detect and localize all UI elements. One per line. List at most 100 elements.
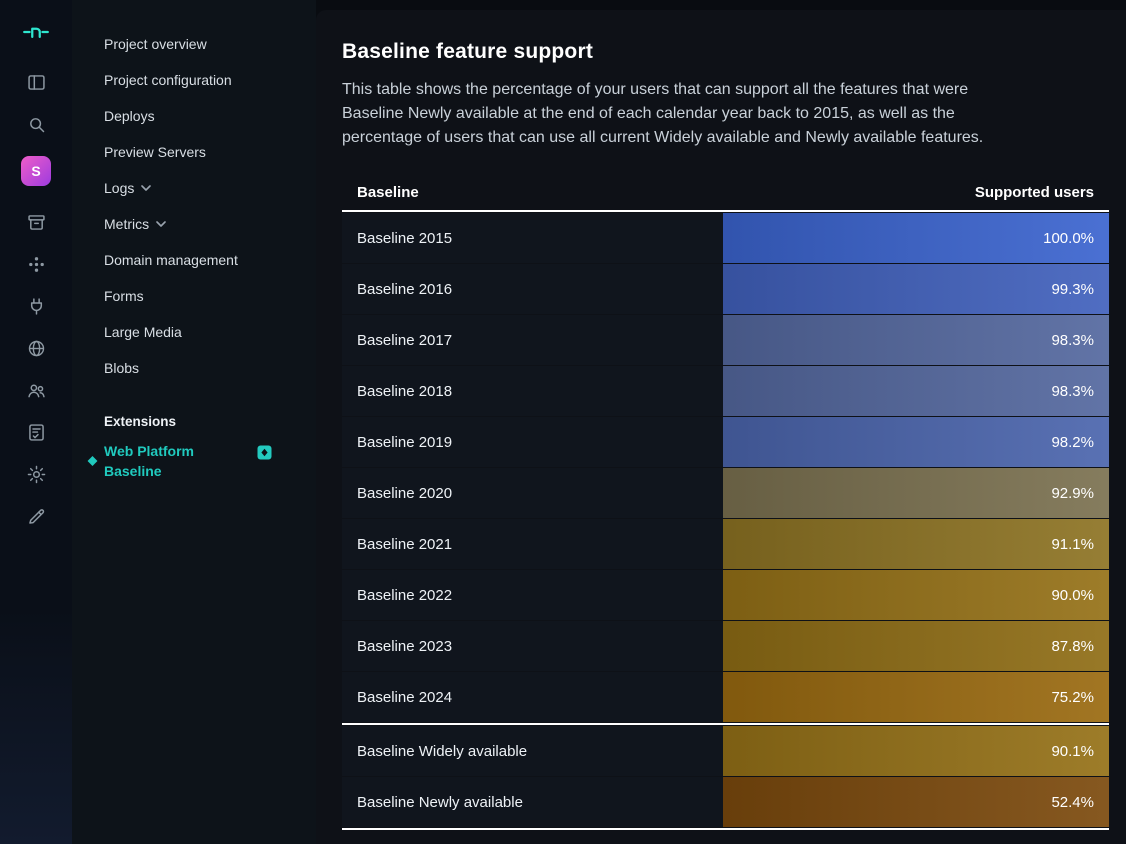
compose-icon[interactable]	[18, 498, 54, 534]
sidebar-item-label: Logs	[104, 180, 134, 196]
row-label: Baseline Widely available	[342, 726, 723, 776]
avatar[interactable]: S	[21, 156, 51, 186]
icon-rail: S	[0, 0, 72, 844]
panels-icon[interactable]	[18, 64, 54, 100]
sidebar-item-project-overview[interactable]: Project overview	[72, 26, 316, 62]
deploys-icon[interactable]	[18, 204, 54, 240]
table-row: Baseline 2020 92.9%	[342, 468, 1109, 518]
table-row: Baseline 2022 90.0%	[342, 570, 1109, 620]
sidebar-item-preview-servers[interactable]: Preview Servers	[72, 134, 316, 170]
sidebar: Project overview Project configuration Dep…	[72, 0, 316, 844]
table-header: Baseline Supported users	[342, 174, 1109, 212]
table-row: Baseline 2024 75.2%	[342, 672, 1109, 722]
supported-users-bar: 100.0%	[723, 213, 1109, 263]
table-row: Baseline Widely available 90.1%	[342, 726, 1109, 776]
extension-label: Web Platform Baseline	[104, 441, 226, 481]
summary-divider	[342, 723, 1109, 725]
search-icon[interactable]	[18, 106, 54, 142]
supported-users-bar: 90.1%	[723, 726, 1109, 776]
supported-users-value: 52.4%	[1051, 794, 1094, 811]
app-root: S	[0, 0, 1126, 844]
page-description: This table shows the percentage of your …	[342, 78, 1018, 150]
row-label: Baseline 2022	[342, 570, 723, 620]
settings-icon[interactable]	[18, 456, 54, 492]
chevron-down-icon	[156, 221, 166, 227]
sidebar-item-blobs[interactable]: Blobs	[72, 350, 316, 386]
sidebar-item-label: Metrics	[104, 216, 149, 232]
table-bottom-border	[342, 828, 1109, 830]
supported-users-value: 98.2%	[1051, 434, 1094, 451]
row-label: Baseline Newly available	[342, 777, 723, 827]
sidebar-item-project-configuration[interactable]: Project configuration	[72, 62, 316, 98]
table-row: Baseline 2018 98.3%	[342, 366, 1109, 416]
column-header-baseline: Baseline	[342, 184, 723, 201]
sidebar-item-label: Blobs	[104, 360, 139, 376]
supported-users-value: 87.8%	[1051, 638, 1094, 655]
row-label: Baseline 2019	[342, 417, 723, 467]
sidebar-item-label: Project overview	[104, 36, 207, 52]
supported-users-bar: 99.3%	[723, 264, 1109, 314]
sidebar-item-label: Project configuration	[104, 72, 232, 88]
sidebar-item-web-platform-baseline[interactable]: Web Platform Baseline	[72, 441, 316, 481]
table-row: Baseline Newly available 52.4%	[342, 777, 1109, 827]
supported-users-value: 75.2%	[1051, 689, 1094, 706]
sidebar-item-large-media[interactable]: Large Media	[72, 314, 316, 350]
main-area: Baseline feature support This table show…	[316, 0, 1126, 844]
supported-users-value: 100.0%	[1043, 230, 1094, 247]
sidebar-item-label: Domain management	[104, 252, 238, 268]
sidebar-item-label: Forms	[104, 288, 144, 304]
sidebar-item-metrics[interactable]: Metrics	[72, 206, 316, 242]
sidebar-item-deploys[interactable]: Deploys	[72, 98, 316, 134]
table-row: Baseline 2023 87.8%	[342, 621, 1109, 671]
netlify-logo[interactable]	[18, 14, 54, 50]
plug-icon[interactable]	[18, 288, 54, 324]
sidebar-item-logs[interactable]: Logs	[72, 170, 316, 206]
sidebar-nav-list: Project overview Project configuration Dep…	[72, 26, 316, 386]
row-label: Baseline 2020	[342, 468, 723, 518]
supported-users-bar: 98.2%	[723, 417, 1109, 467]
table-row: Baseline 2016 99.3%	[342, 264, 1109, 314]
supported-users-value: 99.3%	[1051, 281, 1094, 298]
sidebar-item-forms[interactable]: Forms	[72, 278, 316, 314]
table-row: Baseline 2021 91.1%	[342, 519, 1109, 569]
supported-users-bar: 87.8%	[723, 621, 1109, 671]
extensions-section-label: Extensions	[72, 414, 316, 429]
row-label: Baseline 2023	[342, 621, 723, 671]
column-header-supported-users: Supported users	[723, 184, 1109, 201]
globe-icon[interactable]	[18, 330, 54, 366]
supported-users-value: 98.3%	[1051, 332, 1094, 349]
forms-audit-icon[interactable]	[18, 414, 54, 450]
chevron-down-icon	[141, 185, 151, 191]
extension-badge-icon	[257, 445, 272, 460]
supported-users-bar: 91.1%	[723, 519, 1109, 569]
supported-users-bar: 98.3%	[723, 315, 1109, 365]
supported-users-bar: 90.0%	[723, 570, 1109, 620]
supported-users-bar: 92.9%	[723, 468, 1109, 518]
supported-users-value: 98.3%	[1051, 383, 1094, 400]
content-panel: Baseline feature support This table show…	[316, 10, 1126, 844]
supported-users-value: 91.1%	[1051, 536, 1094, 553]
supported-users-bar: 52.4%	[723, 777, 1109, 827]
row-label: Baseline 2021	[342, 519, 723, 569]
table-body: Baseline 2015100.0%Baseline 201699.3%Bas…	[342, 213, 1109, 830]
diamond-bullet-icon	[88, 456, 98, 466]
supported-users-bar: 75.2%	[723, 672, 1109, 722]
baseline-support-table: Baseline Supported users Baseline 2015 10…	[342, 174, 1109, 830]
supported-users-bar: 98.3%	[723, 366, 1109, 416]
row-label: Baseline 2018	[342, 366, 723, 416]
row-label: Baseline 2024	[342, 672, 723, 722]
row-label: Baseline 2016	[342, 264, 723, 314]
extensions-icon[interactable]	[18, 246, 54, 282]
table-row: Baseline 2017 98.3%	[342, 315, 1109, 365]
supported-users-value: 90.1%	[1051, 743, 1094, 760]
team-icon[interactable]	[18, 372, 54, 408]
row-label: Baseline 2017	[342, 315, 723, 365]
sidebar-item-domain-management[interactable]: Domain management	[72, 242, 316, 278]
table-row: Baseline 2015 100.0%	[342, 213, 1109, 263]
row-label: Baseline 2015	[342, 213, 723, 263]
sidebar-item-label: Large Media	[104, 324, 182, 340]
supported-users-value: 90.0%	[1051, 587, 1094, 604]
sidebar-item-label: Preview Servers	[104, 144, 206, 160]
page-title: Baseline feature support	[342, 40, 1109, 64]
supported-users-value: 92.9%	[1051, 485, 1094, 502]
